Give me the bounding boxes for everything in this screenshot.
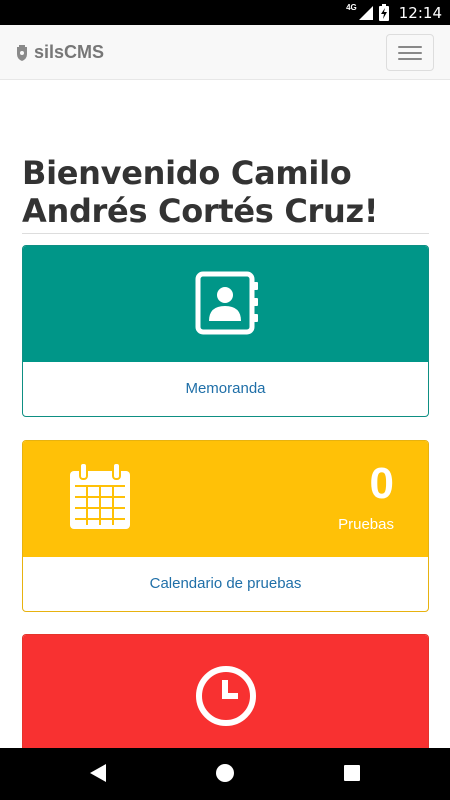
menu-toggle-button[interactable] (386, 34, 434, 71)
calendar-icon (70, 463, 130, 529)
brand-name: silsCMS (34, 42, 105, 62)
home-icon[interactable] (215, 762, 235, 784)
memoranda-panel-heading (23, 246, 428, 362)
tests-count-label: Pruebas (338, 516, 394, 533)
status-bar: 4G 12:14 (0, 0, 450, 25)
tests-panel-heading: 0 Pruebas (23, 441, 428, 557)
hamburger-bar (398, 58, 422, 60)
contact-book-icon (195, 271, 258, 335)
tests-panel: 0 Pruebas Calendario de pruebas (22, 440, 429, 612)
memoranda-panel: Memoranda (22, 245, 429, 417)
system-nav-bar (0, 748, 450, 800)
status-time: 12:14 (398, 3, 442, 22)
status-icons: 4G 12:14 (346, 3, 442, 22)
battery-icon (378, 4, 389, 21)
page-title: Bienvenido Camilo Andrés Cortés Cruz! (22, 154, 379, 230)
title-divider (22, 233, 429, 234)
back-icon[interactable] (88, 762, 108, 784)
memoranda-link[interactable]: Memoranda (23, 361, 428, 416)
hamburger-icon (398, 46, 422, 48)
brand-logo-icon (17, 44, 27, 61)
recents-icon[interactable] (342, 762, 362, 784)
tests-calendar-link[interactable]: Calendario de pruebas (23, 556, 428, 611)
brand-link[interactable]: silsCMS (16, 42, 104, 63)
navbar: silsCMS (0, 25, 450, 80)
tests-count: 0 (369, 459, 394, 508)
clock-icon (196, 666, 256, 726)
hamburger-bar (398, 52, 422, 54)
network-type: 4G (346, 3, 357, 12)
signal-icon (358, 5, 373, 20)
